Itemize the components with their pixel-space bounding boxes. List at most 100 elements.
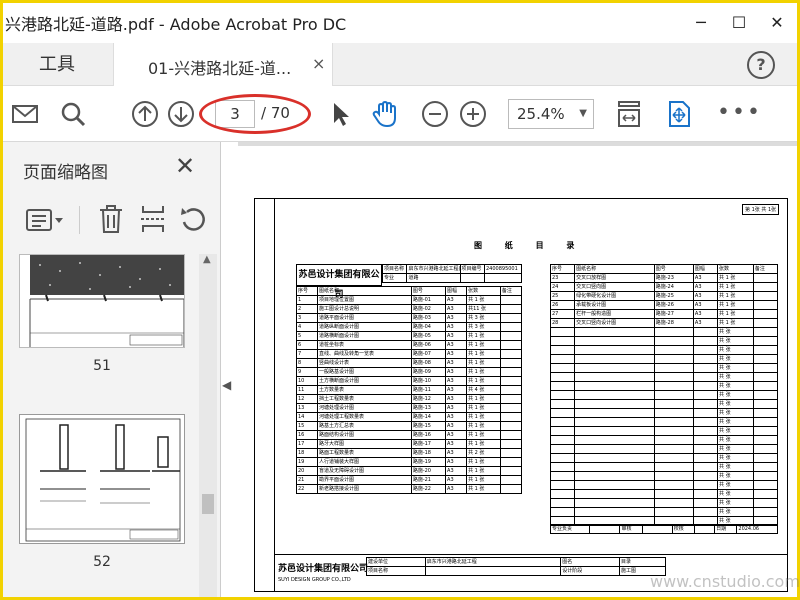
scroll-mode-icon[interactable]	[665, 100, 693, 128]
fit-page-icon[interactable]	[615, 100, 643, 128]
table-cell	[499, 394, 523, 404]
table-cell: 竖曲线设计表	[317, 358, 412, 368]
collapse-panel-icon[interactable]: ◀	[222, 378, 231, 392]
select-cursor-icon[interactable]	[327, 100, 355, 128]
table-cell	[653, 381, 694, 391]
thumbnail-panel: 页面缩略图 ✕ 51 52 ▲	[3, 142, 221, 597]
thumbnail-page-51[interactable]	[19, 254, 185, 348]
table-cell: 路施-24	[653, 282, 694, 292]
table-cell	[499, 349, 523, 359]
table-cell: 9	[295, 367, 319, 377]
search-icon[interactable]	[59, 100, 87, 128]
table-cell	[499, 367, 523, 377]
next-page-icon[interactable]	[167, 100, 195, 128]
table-row: 共 张	[549, 426, 779, 436]
table-cell	[653, 507, 694, 517]
table-cell: 路施-17	[410, 439, 447, 449]
table-row: 共 张	[549, 489, 779, 499]
tab-document[interactable]: 01-兴港路北延-道... ×	[113, 43, 333, 87]
tab-close-icon[interactable]: ×	[312, 54, 325, 73]
table-cell	[692, 390, 719, 400]
table-cell: 3	[295, 313, 319, 323]
footer-company: 苏邑设计集团有限公司	[278, 564, 369, 574]
panel-close-button[interactable]: ✕	[175, 152, 195, 180]
table-row: 23 交叉口放样图 路施-23 A3 共 1 张	[549, 273, 779, 283]
table-cell	[574, 399, 655, 409]
table-cell: A3	[445, 439, 468, 449]
prev-page-icon[interactable]	[131, 100, 159, 128]
maximize-button[interactable]: ☐	[721, 7, 757, 39]
table-cell	[499, 421, 523, 431]
table-cell	[574, 417, 655, 427]
table-cell	[653, 363, 694, 373]
table-cell: 共 1 张	[466, 295, 501, 305]
table-cell: A3	[445, 304, 468, 314]
table-cell: 路面结构设计图	[317, 430, 412, 440]
more-tools-button[interactable]: •••	[717, 100, 762, 125]
table-row: 22 新老路搭接设计图 路施-22 A3 共 1 张	[295, 484, 523, 494]
table-cell: 共 1 张	[466, 457, 501, 467]
table-cell: A3	[692, 309, 719, 319]
table-cell	[499, 457, 523, 467]
table-cell: 共 1 张	[466, 475, 501, 485]
table-cell: A3	[692, 300, 719, 310]
table-cell: 路施-06	[410, 340, 447, 350]
insert-page-icon[interactable]	[139, 204, 167, 234]
table-cell: 路施-25	[653, 291, 694, 301]
thumbnail-preview	[25, 418, 181, 542]
table-cell: 绿化带硬化设计图	[574, 291, 655, 301]
panel-title: 页面缩略图	[23, 163, 108, 183]
table-cell: 22	[295, 484, 319, 494]
table-cell: 交叉口竖向设计图	[574, 318, 655, 328]
table-cell	[574, 354, 655, 364]
thumbnail-scrollbar[interactable]: ▲	[199, 254, 217, 597]
table-cell: 共 1 张	[466, 439, 501, 449]
drawing-index-table-right: 序号 图纸名称 图号 图幅 张数 备注 23 交叉口放样图 路施-23 A3 共 1 张 24 交叉口…	[549, 264, 779, 526]
rotate-icon[interactable]	[179, 204, 207, 234]
zoom-select[interactable]: 25.4% ▼	[508, 99, 594, 129]
table-cell: 路施-11	[410, 385, 447, 395]
zoom-out-icon[interactable]	[421, 100, 449, 128]
table-cell: 道路横断面设计图	[317, 331, 412, 341]
table-cell: A3	[445, 466, 468, 476]
minimize-button[interactable]: ─	[683, 7, 719, 39]
table-cell: 共 1 张	[717, 300, 754, 310]
zoom-in-icon[interactable]	[459, 100, 487, 128]
scrollbar-thumb[interactable]	[202, 494, 214, 514]
tab-tools[interactable]: 工具	[3, 43, 111, 86]
table-cell: 共 张	[717, 507, 754, 517]
table-cell: 19	[295, 457, 319, 467]
table-cell	[653, 399, 694, 409]
trash-icon[interactable]	[97, 204, 125, 234]
table-cell: 8	[295, 358, 319, 368]
table-cell: A3	[445, 295, 468, 305]
mail-icon[interactable]	[11, 100, 39, 128]
table-row: 2 施工图设计总说明 路施-02 A3 共11 张	[295, 304, 523, 314]
table-cell: 道路平面设计图	[317, 313, 412, 323]
table-cell	[653, 336, 694, 346]
table-cell: 勘界平面设计图	[317, 475, 412, 485]
close-window-button[interactable]: ✕	[759, 7, 795, 39]
sheet-count: 第 1张 共 1张	[742, 204, 780, 215]
table-cell: A3	[445, 376, 468, 386]
table-cell: A3	[445, 403, 468, 413]
help-button[interactable]: ?	[747, 51, 775, 79]
document-view[interactable]: 第 1张 共 1张 图 纸 目 录 苏邑设计集团有限公司 项目名称 启东市兴港路北…	[238, 142, 797, 597]
table-cell	[549, 471, 576, 481]
options-menu-icon[interactable]	[25, 206, 65, 234]
scroll-up-icon[interactable]: ▲	[203, 254, 211, 265]
table-row: 14 河塘处理工程数量表 路施-14 A3 共 1 张	[295, 412, 523, 422]
thumbnail-page-52[interactable]	[19, 414, 185, 544]
table-cell	[574, 381, 655, 391]
table-cell	[499, 403, 523, 413]
table-cell: 12	[295, 394, 319, 404]
table-cell: A3	[445, 313, 468, 323]
hand-tool-icon[interactable]	[371, 100, 399, 128]
table-cell: 河塘处理设计图	[317, 403, 412, 413]
table-cell: 共 张	[717, 498, 754, 508]
table-cell	[574, 390, 655, 400]
table-cell	[653, 480, 694, 490]
table-cell	[752, 318, 779, 328]
table-cell: 路施-23	[653, 273, 694, 283]
table-cell: 26	[549, 300, 576, 310]
